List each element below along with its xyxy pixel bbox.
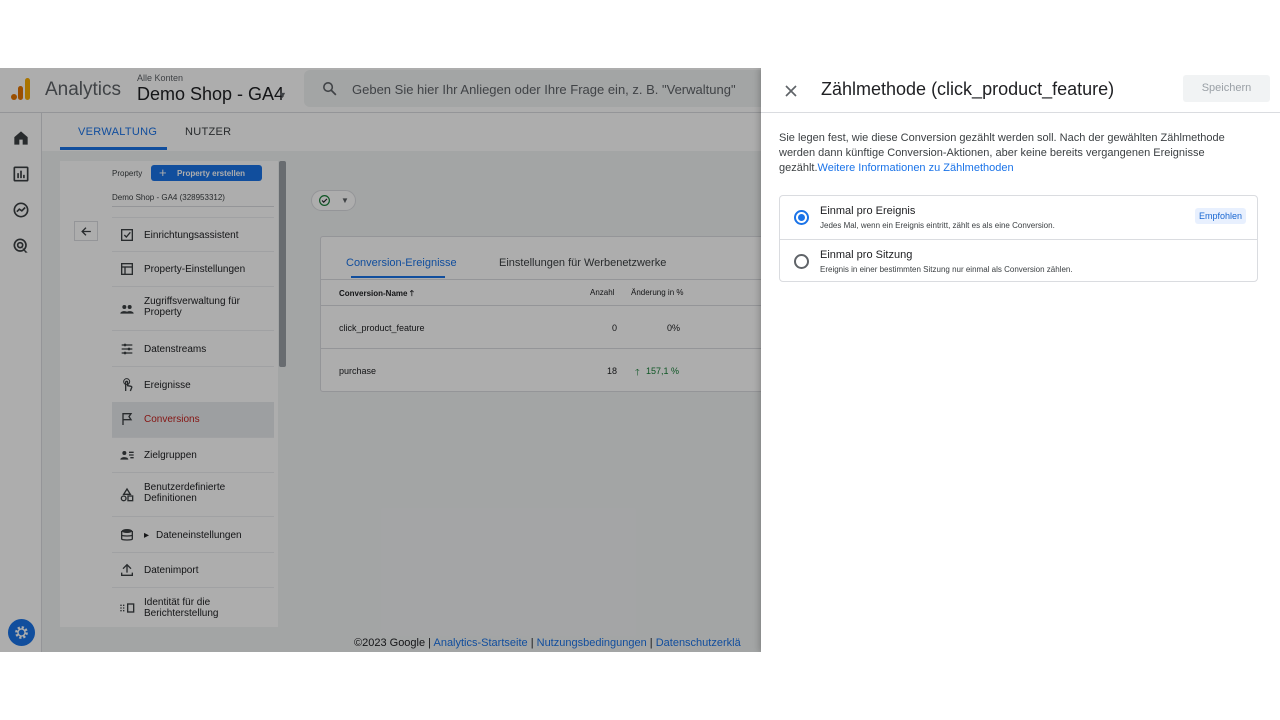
- more-info-link[interactable]: Weitere Informationen zu Zählmethoden: [818, 162, 1014, 174]
- recommended-badge: Empfohlen: [1195, 208, 1247, 224]
- save-button[interactable]: Speichern: [1183, 75, 1270, 102]
- radio-selected[interactable]: [794, 210, 809, 225]
- option-once-per-event[interactable]: Einmal pro Ereignis Jedes Mal, wenn ein …: [780, 196, 1257, 239]
- panel-title: Zählmethode (click_product_feature): [821, 79, 1115, 99]
- option-once-per-session[interactable]: Einmal pro Sitzung Ereignis in einer bes…: [780, 239, 1257, 282]
- option-subtitle: Ereignis in einer bestimmten Sitzung nur…: [820, 265, 1073, 274]
- option-title: Einmal pro Sitzung: [820, 249, 913, 261]
- panel-description: Sie legen fest, wie diese Conversion gez…: [779, 132, 1225, 174]
- option-subtitle: Jedes Mal, wenn ein Ereignis eintritt, z…: [820, 221, 1055, 230]
- close-icon[interactable]: [781, 81, 801, 101]
- screen: Analytics Alle Konten Demo Shop - GA4 ▼ …: [0, 68, 1280, 652]
- counting-options: Einmal pro Ereignis Jedes Mal, wenn ein …: [779, 195, 1258, 282]
- panel-header: Zählmethode (click_product_feature) Spei…: [761, 68, 1280, 113]
- counting-method-panel: Zählmethode (click_product_feature) Spei…: [761, 68, 1280, 652]
- option-title: Einmal pro Ereignis: [820, 205, 916, 217]
- radio-unselected[interactable]: [794, 254, 809, 269]
